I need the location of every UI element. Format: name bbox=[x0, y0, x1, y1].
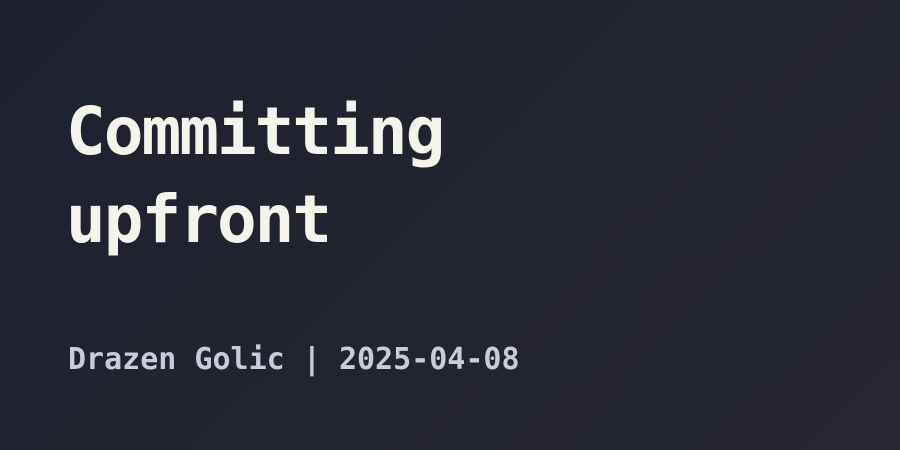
post-title-line-2: upfront bbox=[66, 181, 332, 258]
author-name: Drazen Golic bbox=[68, 342, 285, 377]
post-card: Committing upfront Drazen Golic | 2025-0… bbox=[0, 0, 900, 450]
meta-separator: | bbox=[302, 342, 321, 377]
post-meta: Drazen Golic | 2025-04-08 bbox=[68, 338, 520, 382]
post-title: Committing upfront bbox=[66, 88, 826, 264]
post-date: 2025-04-08 bbox=[338, 342, 520, 377]
post-title-line-1: Committing bbox=[66, 93, 445, 170]
